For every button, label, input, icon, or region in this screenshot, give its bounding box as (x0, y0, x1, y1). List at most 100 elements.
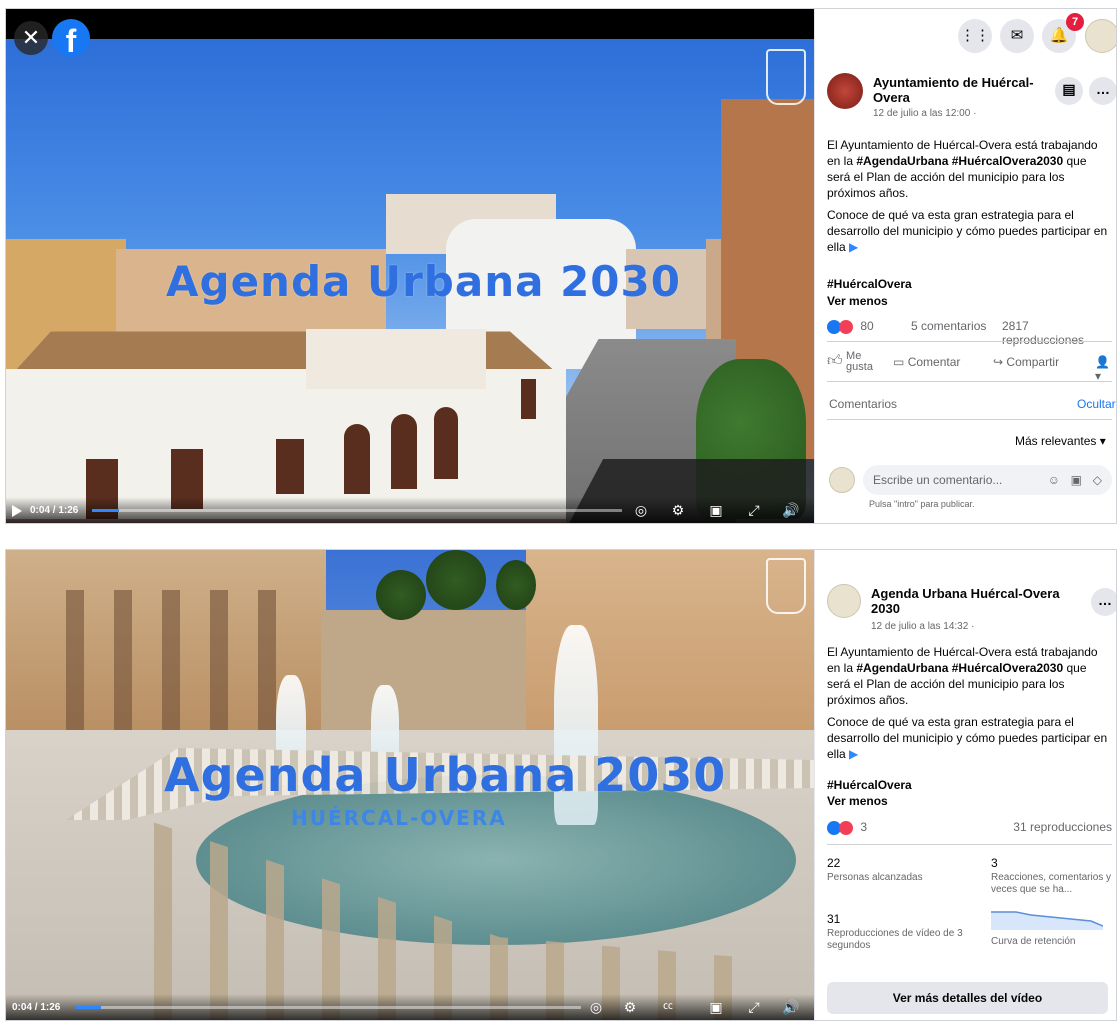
page-name[interactable]: Ayuntamiento de Huércal-Overa (873, 75, 1043, 105)
comment-button[interactable]: ▭ Comentar (893, 355, 960, 369)
views-count: 2817 reproducciones (1002, 319, 1085, 347)
sort-comments-dropdown[interactable]: Más relevantes ▾ (1015, 434, 1106, 448)
like-button[interactable]: 👍︎ Me gusta (827, 351, 873, 373)
view-video-details-button[interactable]: Ver más detalles del vídeo (827, 982, 1108, 1014)
hashtag-huercalovera2030[interactable]: #HuércalOvera2030 (952, 661, 1063, 675)
reached-value: 22 (827, 856, 841, 870)
chevron-down-icon: ▾ (1099, 434, 1106, 448)
retention-label[interactable]: Curva de retención (991, 936, 1116, 948)
facebook-logo-icon[interactable]: f (52, 19, 90, 59)
play-emoji-icon: ▶ (849, 240, 859, 254)
play-emoji-icon: ▶ (849, 747, 859, 761)
play-icon[interactable] (12, 505, 22, 517)
reactions-value: 3 (991, 856, 998, 870)
video-overlay-subtitle: HUÉRCAL-OVERA (291, 806, 507, 830)
reactions-row: 3 31 reproducciones (827, 820, 1112, 835)
see-less-link[interactable]: Ver menos (827, 794, 888, 808)
archive-icon[interactable]: ▤ (1055, 77, 1083, 105)
post-sidebar-2: Agenda Urbana Huércal-Overa 2030 12 de j… (814, 550, 1116, 1020)
captions-icon[interactable]: ㏄ (658, 998, 678, 1016)
post-body: El Ayuntamiento de Huércal-Overa está tr… (827, 137, 1112, 261)
like-label-2: gusta (846, 361, 873, 373)
enter-to-post-hint: Pulsa "intro" para publicar. (869, 499, 975, 509)
settings-gear-icon[interactable]: ⚙ (620, 998, 640, 1016)
miniplayer-icon[interactable]: ▣ (706, 998, 726, 1016)
views-count: 31 reproducciones (1013, 820, 1112, 834)
comments-count[interactable]: 5 comentarios (911, 319, 986, 333)
reactions-row: 80 5 comentarios 2817 reproducciones (827, 319, 1112, 347)
post-timestamp[interactable]: 12 de julio a las 14:32 · (871, 621, 974, 632)
audience-selector[interactable]: 👤 ▾ (1095, 355, 1116, 383)
video-player-2[interactable]: Agenda Urbana 2030 HUÉRCAL-OVERA 0:04 / … (6, 550, 814, 1020)
reached-label: Personas alcanzadas (827, 872, 923, 883)
retention-curve-chart[interactable] (991, 906, 1103, 930)
reactions-label: Reacciones, comentarios y veces que se h… (991, 872, 1112, 895)
video-time: 0:04 / 1:26 (12, 1002, 61, 1013)
share-arrow-icon: ↪ (993, 355, 1004, 369)
post-timestamp[interactable]: 12 de julio a las 12:00 · (873, 108, 976, 119)
hide-comments-link[interactable]: Ocultar (1077, 397, 1116, 411)
apps-grid-icon[interactable]: ⋮⋮ (958, 19, 992, 53)
sticker-icon[interactable]: ◇ (1093, 465, 1102, 495)
comments-header: Comentarios (829, 397, 898, 411)
page-avatar[interactable] (827, 73, 863, 109)
hashtag-agenda-urbana[interactable]: #AgendaUrbana (856, 661, 948, 675)
page-avatar[interactable] (827, 584, 861, 618)
video-player-1[interactable]: Agenda Urbana 2030 ✕ f 0:04 / 1:26 ◎ ⚙ ▣… (6, 9, 814, 523)
see-less-link[interactable]: Ver menos (827, 294, 888, 308)
page-name[interactable]: Agenda Urbana Huércal-Overa 2030 (871, 586, 1071, 616)
autoplay-icon[interactable]: ◎ (631, 501, 651, 519)
volume-icon[interactable]: 🔊 (781, 501, 801, 519)
video-controls: 0:04 / 1:26 ◎ ⚙ ▣ ⤢ 🔊 (6, 497, 814, 523)
comment-input[interactable]: Escribe un comentario... ☺ ▣ ◇ (863, 465, 1112, 495)
hashtag-agenda-urbana[interactable]: #AgendaUrbana (856, 154, 948, 168)
post-body: El Ayuntamiento de Huércal-Overa está tr… (827, 644, 1112, 768)
video-controls: 0:04 / 1:26 ◎ ⚙ ㏄ ▣ ⤢ 🔊 (6, 994, 814, 1020)
settings-gear-icon[interactable]: ⚙ (668, 501, 688, 519)
video-time: 0:04 / 1:26 (30, 505, 79, 516)
commenter-avatar (829, 467, 855, 493)
fullscreen-icon[interactable]: ⤢ (744, 998, 764, 1016)
progress-bar[interactable] (92, 509, 622, 512)
comment-bubble-icon: ▭ (893, 355, 905, 369)
hashtag-huercalovera2030[interactable]: #HuércalOvera2030 (952, 154, 1063, 168)
post-panel-1: Agenda Urbana 2030 ✕ f 0:04 / 1:26 ◎ ⚙ ▣… (5, 8, 1117, 524)
user-avatar[interactable] (1085, 19, 1116, 53)
reactions-count[interactable]: 80 (860, 319, 873, 333)
emoji-icon[interactable]: ☺ (1048, 465, 1060, 495)
post-text-2: Conoce de qué va esta gran estrategia pa… (827, 208, 1108, 254)
comment-placeholder: Escribe un comentario... (873, 473, 1003, 487)
town-crest-watermark-icon (766, 49, 806, 105)
progress-bar[interactable] (76, 1006, 581, 1009)
share-button[interactable]: ↪ Compartir (993, 355, 1059, 369)
progress-fill (92, 509, 119, 512)
post-panel-2: Agenda Urbana 2030 HUÉRCAL-OVERA 0:04 / … (5, 549, 1117, 1021)
volume-icon[interactable]: 🔊 (781, 998, 801, 1016)
love-reaction-icon (839, 319, 853, 334)
hashtag-huercalovera[interactable]: #HuércalOvera (827, 277, 912, 291)
close-icon[interactable]: ✕ (14, 21, 48, 55)
hashtag-huercalovera[interactable]: #HuércalOvera (827, 778, 912, 792)
reactions-count[interactable]: 3 (860, 820, 867, 834)
messenger-icon[interactable]: ✉ (1000, 19, 1034, 53)
video-overlay-title: Agenda Urbana 2030 (166, 257, 681, 306)
progress-fill (76, 1006, 102, 1009)
more-options-icon[interactable]: … (1089, 77, 1116, 105)
plays-value: 31 (827, 912, 841, 926)
gif-icon[interactable]: ▣ (1071, 465, 1082, 495)
more-options-icon[interactable]: … (1091, 588, 1116, 616)
love-reaction-icon (839, 820, 853, 835)
autoplay-icon[interactable]: ◎ (586, 998, 606, 1016)
sort-label: Más relevantes (1015, 434, 1097, 448)
miniplayer-icon[interactable]: ▣ (706, 501, 726, 519)
post-sidebar-1: ⋮⋮ ✉ 🔔 7 Ayuntamiento de Huércal-Overa 1… (814, 9, 1116, 523)
video-overlay-title: Agenda Urbana 2030 (164, 748, 727, 802)
notifications-badge: 7 (1066, 13, 1084, 31)
plays-label: Reproducciones de vídeo de 3 segundos (827, 928, 963, 951)
fullscreen-icon[interactable]: ⤢ (744, 501, 764, 519)
town-crest-watermark-icon (766, 558, 806, 614)
share-label: Compartir (1006, 355, 1060, 369)
like-thumb-icon: 👍︎ (827, 352, 843, 370)
comment-label: Comentar (907, 355, 961, 369)
post-text-2: Conoce de qué va esta gran estrategia pa… (827, 715, 1108, 761)
